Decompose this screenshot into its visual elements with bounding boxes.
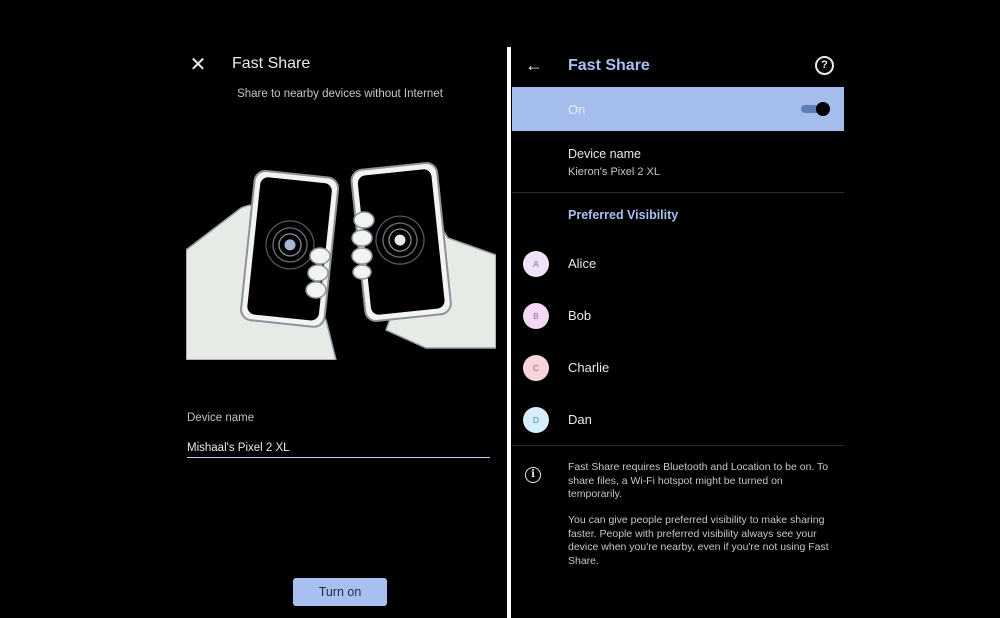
device-name-row[interactable]: Device name Kieron's Pixel 2 XL — [512, 131, 844, 191]
avatar: D — [523, 407, 549, 433]
info-text-requirements: Fast Share requires Bluetooth and Locati… — [568, 461, 829, 500]
contact-name: Bob — [568, 308, 592, 323]
fast-share-toggle[interactable] — [801, 102, 830, 116]
device-name-label: Device name — [568, 147, 641, 161]
avatar: C — [523, 355, 549, 381]
on-label: On — [568, 102, 586, 117]
turn-on-button[interactable]: Turn on — [293, 578, 387, 606]
close-icon[interactable]: ✕ — [187, 54, 209, 76]
contact-item-alice[interactable]: A Alice — [512, 244, 844, 284]
help-icon[interactable]: ? — [815, 56, 834, 75]
preferred-visibility-header: Preferred Visibility — [568, 208, 679, 222]
contact-name: Charlie — [568, 360, 610, 375]
info-text-visibility: You can give people preferred visibility… — [568, 514, 829, 567]
settings-screen: ← Fast Share ? On Device name Kieron's P… — [512, 47, 844, 618]
phones-illustration — [186, 162, 496, 360]
pane-divider — [507, 47, 511, 618]
contact-item-dan[interactable]: D Dan — [512, 400, 844, 440]
contact-item-bob[interactable]: B Bob — [512, 296, 844, 336]
setup-subtitle: Share to nearby devices without Internet — [237, 88, 443, 100]
on-toggle-row[interactable]: On — [512, 87, 844, 131]
toggle-thumb — [816, 102, 830, 116]
settings-title: Fast Share — [568, 57, 650, 74]
divider — [512, 192, 844, 193]
setup-title: Fast Share — [232, 55, 311, 72]
contact-name: Dan — [568, 412, 592, 427]
device-name-value: Kieron's Pixel 2 XL — [568, 166, 660, 178]
device-name-label: Device name — [187, 412, 255, 424]
input-underline — [187, 457, 490, 458]
back-arrow-icon[interactable]: ← — [524, 55, 544, 76]
avatar: A — [523, 251, 549, 277]
divider — [512, 445, 844, 446]
avatar: B — [523, 303, 549, 329]
setup-screen: ✕ Fast Share Share to nearby devices wit… — [170, 40, 500, 618]
contact-item-charlie[interactable]: C Charlie — [512, 348, 844, 388]
contact-name: Alice — [568, 256, 597, 271]
info-icon: i — [525, 467, 541, 483]
device-name-input[interactable]: Mishaal's Pixel 2 XL — [187, 442, 290, 454]
